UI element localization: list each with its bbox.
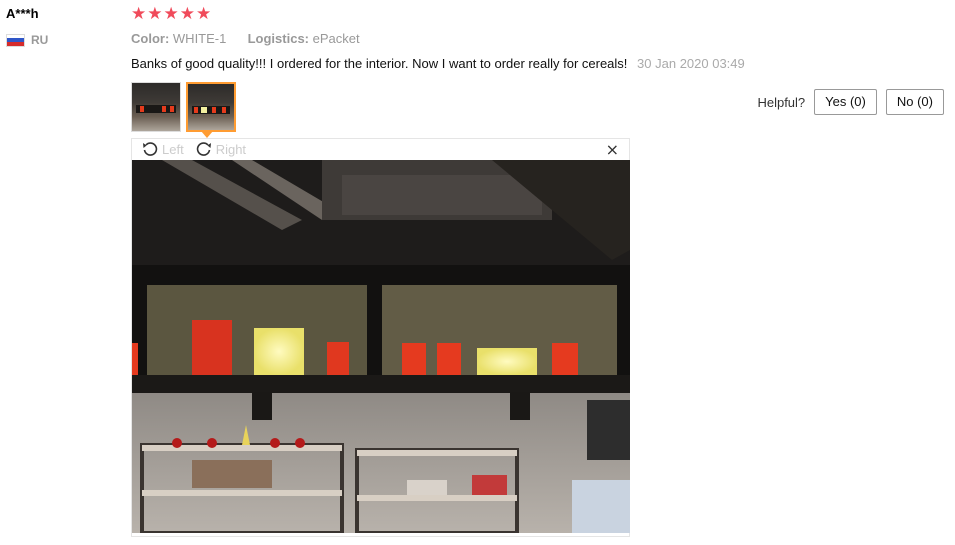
helpful-no-button[interactable]: No (0) <box>885 89 944 115</box>
review-body: Banks of good quality!!! I ordered for t… <box>131 56 745 71</box>
reviewer-name: A***h <box>6 6 39 21</box>
photo-thumbnail[interactable] <box>131 82 181 132</box>
reviewer: A***h <box>6 6 39 21</box>
review-photo-thumbnails <box>131 82 236 132</box>
star-icon: ★ <box>163 4 179 24</box>
country-code: RU <box>31 33 49 47</box>
helpful-label: Helpful? <box>757 94 806 110</box>
selected-thumbnail-caret <box>201 131 213 138</box>
color-label: Color: <box>131 31 170 46</box>
review-photo <box>132 160 630 533</box>
photo-thumbnail-selected[interactable] <box>186 82 236 132</box>
review-photo-image <box>132 160 630 533</box>
russia-flag-icon <box>6 33 25 47</box>
rotate-left-icon <box>143 142 158 156</box>
star-icon: ★ <box>147 4 163 24</box>
rotate-right-label: Right <box>215 141 247 157</box>
logistics-value: ePacket <box>312 31 360 46</box>
rotate-right-button[interactable]: Right <box>196 141 246 157</box>
star-rating: ★ ★ ★ ★ ★ <box>131 6 211 23</box>
helpful-voting: Helpful? Yes (0) No (0) <box>757 89 944 115</box>
reviewer-country: RU <box>6 33 48 47</box>
star-icon: ★ <box>131 4 147 24</box>
review-date: 30 Jan 2020 03:49 <box>637 56 745 71</box>
review-text: Banks of good quality!!! I ordered for t… <box>131 56 628 71</box>
color-value: WHITE-1 <box>172 31 227 46</box>
logistics-label: Logistics: <box>247 31 310 46</box>
rotate-left-button[interactable]: Left <box>142 141 184 157</box>
helpful-yes-button[interactable]: Yes (0) <box>814 89 877 115</box>
order-attributes: Color: WHITE-1 Logistics: ePacket <box>131 31 360 46</box>
star-icon: ★ <box>196 4 212 24</box>
photo-viewer: Left Right × <box>131 138 630 537</box>
star-icon: ★ <box>179 4 195 24</box>
viewer-toolbar: Left Right × <box>132 139 629 159</box>
rotate-left-label: Left <box>162 141 184 157</box>
rotate-right-icon <box>196 142 211 156</box>
close-icon[interactable]: × <box>606 140 619 159</box>
